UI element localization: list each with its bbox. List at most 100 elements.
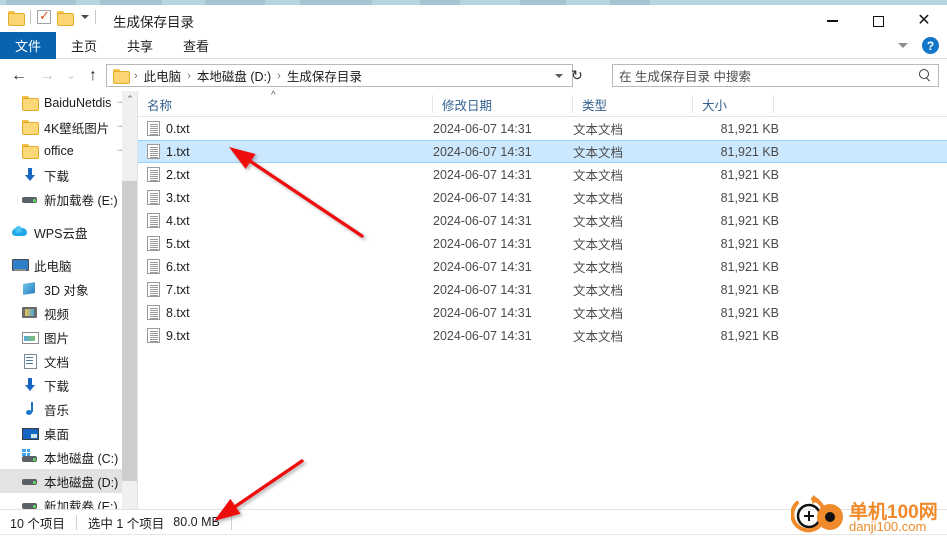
breadcrumb: › 此电脑 › 本地磁盘 (D:) › 生成保存目录 — [131, 66, 555, 85]
text-file-icon — [147, 305, 160, 320]
table-row[interactable]: 0.txt 2024-06-07 14:31 文本文档 81,921 KB — [138, 117, 947, 140]
tab-home[interactable]: 主页 — [56, 32, 112, 59]
breadcrumb-this-pc[interactable]: 此电脑 — [141, 66, 185, 85]
drive-icon — [22, 191, 38, 207]
sidebar-item-15[interactable]: 本地磁盘 (D:) — [0, 469, 138, 493]
table-row[interactable]: 8.txt 2024-06-07 14:31 文本文档 81,921 KB — [138, 301, 947, 324]
quick-access-toolbar[interactable] — [8, 8, 96, 26]
up-button[interactable]: ↑ — [82, 64, 104, 87]
column-header-date[interactable]: 修改日期 — [433, 91, 573, 117]
sidebar-scrollbar[interactable]: ⌃ ⌄ — [122, 91, 138, 517]
sidebar-item-6[interactable]: 此电脑 — [0, 253, 138, 277]
breadcrumb-separator: › — [187, 69, 191, 82]
ribbon-right-controls: ? — [898, 32, 939, 59]
column-divider[interactable] — [773, 95, 774, 113]
chevron-down-icon[interactable] — [898, 43, 908, 48]
sidebar-item-label: 桌面 — [44, 427, 70, 442]
status-selection: 选中 1 个项目 — [87, 516, 165, 531]
tab-share[interactable]: 共享 — [112, 32, 168, 59]
sidebar-item-5[interactable]: WPS云盘 — [0, 220, 138, 244]
folder-icon — [22, 95, 39, 111]
sidebar-item-10[interactable]: 文档 — [0, 349, 138, 373]
file-date-cell: 2024-06-07 14:31 — [433, 328, 532, 343]
scrollbar-thumb[interactable] — [122, 181, 138, 481]
sidebar-item-0[interactable]: BaiduNetdis📌 — [0, 91, 138, 115]
file-name-cell: 0.txt — [147, 121, 190, 136]
chevron-down-icon[interactable] — [81, 15, 89, 19]
scroll-up-icon[interactable]: ⌃ — [122, 91, 138, 108]
new-folder-icon[interactable] — [57, 10, 74, 26]
address-dropdown-icon[interactable] — [555, 73, 563, 78]
nav-group-gap — [0, 244, 138, 253]
sidebar-item-12[interactable]: 音乐 — [0, 397, 138, 421]
sidebar-item-1[interactable]: 4K壁纸图片📌 — [0, 115, 138, 139]
sidebar-item-11[interactable]: 下载 — [0, 373, 138, 397]
navigation-bar: ← → ⌄ ↑ › 此电脑 › 本地磁盘 (D:) › 生成保存目录 ↻ 在 生… — [0, 60, 947, 91]
table-row[interactable]: 7.txt 2024-06-07 14:31 文本文档 81,921 KB — [138, 278, 947, 301]
sidebar-item-8[interactable]: 视频 — [0, 301, 138, 325]
drive-icon — [22, 473, 38, 489]
sidebar-item-label: 4K壁纸图片 — [44, 121, 110, 136]
column-header-name[interactable]: 名称 — [138, 91, 433, 117]
table-row[interactable]: 1.txt 2024-06-07 14:31 文本文档 81,921 KB — [138, 140, 947, 163]
file-name-label: 7.txt — [166, 282, 190, 297]
text-file-icon — [147, 190, 160, 205]
sidebar-item-4[interactable]: 新加载卷 (E:) — [0, 187, 138, 211]
file-date-cell: 2024-06-07 14:31 — [433, 190, 532, 205]
file-name-cell: 7.txt — [147, 282, 190, 297]
file-type-cell: 文本文档 — [573, 284, 624, 298]
search-icon[interactable] — [919, 69, 932, 82]
table-row[interactable]: 6.txt 2024-06-07 14:31 文本文档 81,921 KB — [138, 255, 947, 278]
forward-button[interactable]: → — [36, 64, 58, 87]
recent-locations-button[interactable]: ⌄ — [60, 64, 82, 87]
sidebar-item-7[interactable]: 3D 对象 — [0, 277, 138, 301]
cloud-icon — [12, 224, 28, 240]
file-size-cell: 81,921 KB — [720, 190, 779, 205]
refresh-button[interactable]: ↻ — [566, 64, 588, 87]
breadcrumb-local-disk-d[interactable]: 本地磁盘 (D:) — [194, 66, 274, 85]
sidebar-item-14[interactable]: 本地磁盘 (C:) — [0, 445, 138, 469]
qat-divider-2 — [95, 10, 96, 24]
properties-icon[interactable] — [37, 8, 51, 24]
sidebar-item-label: BaiduNetdis — [44, 96, 112, 110]
address-bar[interactable]: › 此电脑 › 本地磁盘 (D:) › 生成保存目录 — [106, 64, 573, 87]
video-icon — [22, 305, 38, 321]
sidebar-item-3[interactable]: 下载 — [0, 163, 138, 187]
file-name-label: 4.txt — [166, 213, 190, 228]
file-size-cell: 81,921 KB — [720, 213, 779, 228]
search-input[interactable]: 在 生成保存目录 中搜索 — [612, 64, 939, 87]
tab-file[interactable]: 文件 — [0, 32, 57, 59]
pc-icon — [12, 257, 29, 273]
tab-view[interactable]: 查看 — [168, 32, 224, 59]
sidebar-item-label: office — [44, 144, 74, 158]
qat-divider — [30, 10, 31, 24]
table-row[interactable]: 5.txt 2024-06-07 14:31 文本文档 81,921 KB — [138, 232, 947, 255]
table-row[interactable]: 3.txt 2024-06-07 14:31 文本文档 81,921 KB — [138, 186, 947, 209]
column-header-size[interactable]: 大小 — [693, 91, 779, 117]
file-size-cell: 81,921 KB — [720, 236, 779, 251]
file-rows: 0.txt 2024-06-07 14:31 文本文档 81,921 KB 1.txt 2… — [138, 117, 947, 347]
back-button[interactable]: ← — [8, 64, 30, 87]
download-icon — [22, 167, 38, 183]
table-row[interactable]: 4.txt 2024-06-07 14:31 文本文档 81,921 KB — [138, 209, 947, 232]
column-header-type[interactable]: 类型 — [573, 91, 693, 117]
help-icon[interactable]: ? — [922, 37, 939, 54]
file-name-cell: 8.txt — [147, 305, 190, 320]
file-type-cell: 文本文档 — [573, 330, 624, 344]
text-file-icon — [147, 259, 160, 274]
table-row[interactable]: 9.txt 2024-06-07 14:31 文本文档 81,921 KB — [138, 324, 947, 347]
status-divider-2 — [230, 514, 232, 530]
file-size-cell: 81,921 KB — [720, 167, 779, 182]
cube-icon — [22, 281, 38, 297]
folder-icon[interactable] — [8, 10, 25, 26]
folder-icon — [113, 69, 130, 84]
column-headers: ^ 名称 修改日期 类型 大小 — [138, 90, 947, 117]
table-row[interactable]: 2.txt 2024-06-07 14:31 文本文档 81,921 KB — [138, 163, 947, 186]
file-type-cell: 文本文档 — [573, 261, 624, 275]
sidebar-item-13[interactable]: 桌面 — [0, 421, 138, 445]
file-date-cell: 2024-06-07 14:31 — [433, 144, 532, 159]
file-type-cell: 文本文档 — [573, 169, 624, 183]
sidebar-item-9[interactable]: 图片 — [0, 325, 138, 349]
sidebar-item-2[interactable]: office📌 — [0, 139, 138, 163]
breadcrumb-current-folder[interactable]: 生成保存目录 — [284, 66, 365, 85]
